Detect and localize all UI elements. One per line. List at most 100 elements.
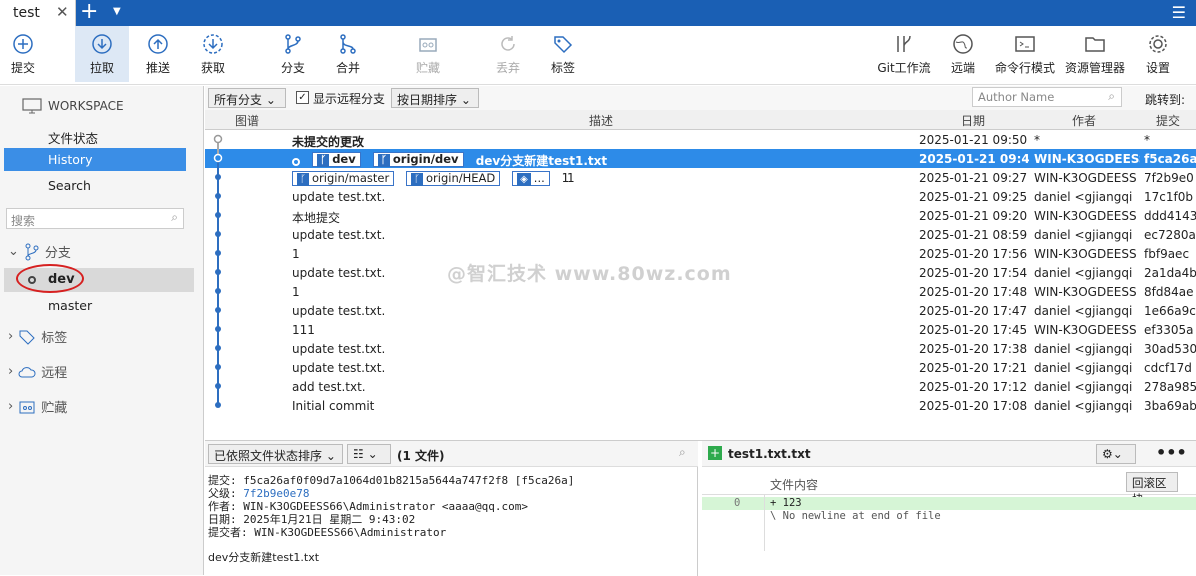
stash-icon: [419, 38, 437, 52]
sidebar: WORKSPACE 文件状态 History Search 搜索 ⌕ ⌄ 分支 …: [0, 86, 204, 575]
commit-row[interactable]: add test.txt. 2025-01-20 17:12 daniel <gji…: [205, 377, 1196, 396]
repo-tab[interactable]: test ✕: [0, 0, 76, 26]
push-icon: [148, 34, 168, 54]
close-icon[interactable]: ✕: [56, 3, 69, 21]
sidebar-item-file-status[interactable]: 文件状态: [48, 128, 98, 147]
branch-badge-origin-master[interactable]: ᚴ origin/master: [292, 171, 395, 186]
branch-button[interactable]: 分支: [274, 26, 312, 82]
chevron-down-icon: ⌄: [460, 93, 471, 107]
commit-button[interactable]: 提交: [4, 26, 42, 82]
commit-row[interactable]: update test.txt. 2025-01-21 09:25 daniel <…: [205, 187, 1196, 206]
badge-origin-dev-label: origin/dev: [392, 152, 459, 166]
commit-hash: *: [1144, 133, 1150, 147]
more-icon[interactable]: •••: [1156, 443, 1187, 462]
fetch-button[interactable]: 获取: [194, 26, 232, 82]
terminal-icon: [1015, 36, 1035, 52]
commit-row[interactable]: update test.txt. 2025-01-20 17:47 daniel <…: [205, 301, 1196, 320]
commit-date: 2025-01-20 17:12: [919, 380, 1028, 394]
commit-hash: 7f2b9e0: [1144, 171, 1194, 185]
commit-date: 2025-01-20 17:48: [919, 285, 1028, 299]
committer-line: 提交者: WIN-K3OGDEESS66\Administrator: [208, 526, 447, 539]
show-remote-checkbox[interactable]: ✓: [296, 91, 309, 104]
pull-label: 拉取: [89, 61, 114, 75]
commit-row-selected[interactable]: ᚴ dev ᚴ origin/dev dev分支新建test1.txt 2025-0…: [205, 149, 1196, 168]
discard-icon: [501, 36, 515, 51]
remote-button[interactable]: 远端: [945, 26, 981, 82]
jump-to-label: 跳转到:: [1145, 93, 1186, 107]
commit-desc: update test.txt.: [292, 304, 386, 318]
sidebar-item-history[interactable]: History: [4, 148, 186, 171]
branch-badge-origin-head[interactable]: ᚴ origin/HEAD: [406, 171, 501, 186]
column-author[interactable]: 作者: [1072, 112, 1096, 129]
pull-button[interactable]: 拉取: [75, 26, 129, 82]
column-graph[interactable]: 图谱: [235, 112, 259, 129]
chevron-down-icon[interactable]: ▼: [113, 6, 121, 17]
gutter-divider: [764, 495, 765, 551]
menu-icon[interactable]: ☰: [1172, 3, 1186, 22]
chevron-down-icon: ⌄: [325, 449, 336, 463]
all-branches-dropdown[interactable]: 所有分支 ⌄: [208, 88, 286, 108]
tags-group[interactable]: › 标签: [8, 327, 67, 346]
sidebar-search-input[interactable]: 搜索 ⌕: [6, 208, 184, 229]
history-label: History: [48, 152, 93, 167]
branch-badge-dev[interactable]: ᚴ dev: [312, 152, 361, 167]
stashes-group[interactable]: › 贮藏: [8, 397, 67, 416]
file-sort-label: 已依照文件状态排序: [214, 449, 323, 463]
gitflow-label: Git工作流: [877, 61, 931, 75]
commit-author: WIN-K3OGDEESS: [1034, 152, 1140, 166]
stash-button[interactable]: 贮藏: [409, 26, 447, 82]
rollback-hunk-button[interactable]: 回滚区块: [1126, 472, 1178, 506]
author-filter-input[interactable]: Author Name ⌕: [972, 87, 1122, 107]
commit-row[interactable]: ᚴ origin/master ᚴ origin/HEAD ◈... 1 2025-…: [205, 168, 1196, 187]
terminal-button[interactable]: 命令行模式: [992, 26, 1058, 82]
commit-date: 2025-01-20 17:08: [919, 399, 1028, 413]
diff-options-dropdown[interactable]: ⚙⌄: [1096, 444, 1136, 464]
discard-button[interactable]: 丢弃: [489, 26, 527, 82]
merge-button[interactable]: 合并: [329, 26, 367, 82]
branch-badge-origin-dev[interactable]: ᚴ origin/dev: [372, 152, 464, 167]
commit-hash: ec7280a: [1144, 228, 1196, 242]
commit-date: 2025-01-21 09:25: [919, 190, 1028, 204]
settings-button[interactable]: 设置: [1140, 26, 1176, 82]
commit-author: daniel <gjiangqi: [1034, 266, 1133, 280]
commit-hash: ef3305a: [1144, 323, 1194, 337]
commit-row[interactable]: 111 2025-01-20 17:45 WIN-K3OGDEESS ef3305a: [205, 320, 1196, 339]
author-placeholder: Author Name: [978, 90, 1055, 104]
commit-row[interactable]: update test.txt. 2025-01-20 17:21 daniel <…: [205, 358, 1196, 377]
branch-item-master[interactable]: master: [48, 298, 92, 313]
list-icon: ☷: [353, 447, 364, 461]
commit-hash: 1e66a9c: [1144, 304, 1196, 318]
view-mode-dropdown[interactable]: ☷ ⌄: [347, 444, 391, 464]
tag-button[interactable]: 标签: [544, 26, 582, 82]
explorer-button[interactable]: 资源管理器: [1062, 26, 1128, 82]
column-description[interactable]: 描述: [589, 112, 613, 129]
commit-desc: 未提交的更改: [292, 135, 365, 149]
commit-author: daniel <gjiangqi: [1034, 190, 1133, 204]
branches-group[interactable]: ⌄ 分支: [8, 242, 71, 261]
sidebar-item-search[interactable]: Search: [48, 178, 91, 193]
new-tab-icon[interactable]: +: [80, 0, 98, 24]
sort-label: 按日期排序: [397, 93, 458, 107]
commit-author: daniel <gjiangqi: [1034, 399, 1133, 413]
tag-badge[interactable]: ◈...: [512, 171, 550, 186]
workspace-label: WORKSPACE: [48, 99, 124, 113]
commit-hash: 30ad530: [1144, 342, 1196, 356]
commit-row[interactable]: 未提交的更改 2025-01-21 09:50 * *: [205, 130, 1196, 149]
push-button[interactable]: 推送: [139, 26, 177, 82]
added-line-text: + 123: [770, 497, 802, 509]
gitflow-button[interactable]: Git工作流: [874, 26, 934, 82]
sort-dropdown[interactable]: 按日期排序 ⌄: [391, 88, 479, 108]
commit-message-text: dev分支新建test1.txt: [208, 551, 320, 564]
commit-row[interactable]: update test.txt. 2025-01-21 08:59 daniel <…: [205, 225, 1196, 244]
column-date[interactable]: 日期: [961, 112, 985, 129]
search-icon[interactable]: ⌕: [679, 445, 686, 460]
file-sort-dropdown[interactable]: 已依照文件状态排序 ⌄: [208, 444, 343, 464]
commit-row[interactable]: update test.txt. 2025-01-20 17:38 daniel <…: [205, 339, 1196, 358]
column-commit[interactable]: 提交: [1156, 112, 1180, 129]
commit-row[interactable]: Initial commit 2025-01-20 17:08 daniel <gj…: [205, 396, 1196, 415]
commit-row[interactable]: 本地提交 2025-01-21 09:20 WIN-K3OGDEESS ddd4143: [205, 206, 1196, 225]
remotes-group[interactable]: › 远程: [8, 362, 67, 381]
all-branches-label: 所有分支: [214, 93, 263, 107]
tag-icon: [19, 330, 35, 345]
commit-desc: update test.txt.: [292, 361, 386, 375]
